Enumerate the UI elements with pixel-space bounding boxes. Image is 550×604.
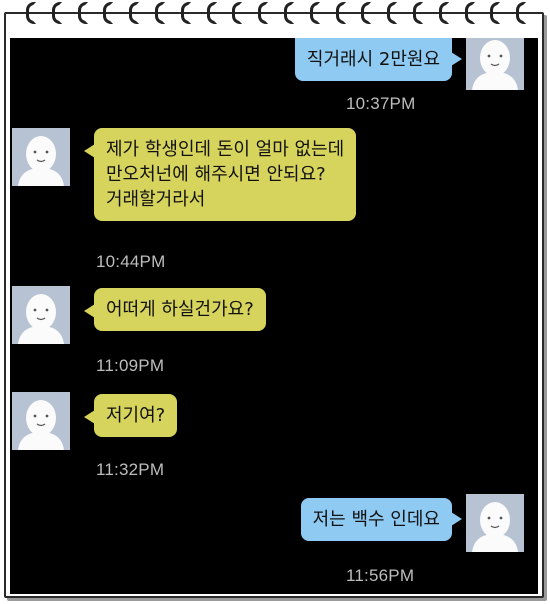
spiral-ring-icon (438, 2, 449, 24)
spiral-ring-icon (413, 2, 423, 24)
spiral-ring-icon (155, 2, 165, 24)
chat-bubble-sent: 저는 백수 인데요 (300, 498, 463, 541)
spiral-binding (0, 0, 550, 26)
spiral-ring-icon (490, 2, 501, 24)
spiral-ring-icon (103, 2, 114, 24)
default-profile-avatar-icon (466, 494, 524, 552)
spiral-ring-icon (309, 2, 320, 24)
avatar-icon[interactable] (466, 38, 524, 90)
message-timestamp: 11:09PM (96, 356, 165, 375)
spiral-ring-icon (180, 2, 191, 24)
spiral-ring-icon (464, 2, 475, 24)
default-profile-avatar-icon (12, 286, 70, 344)
avatar-icon[interactable] (12, 392, 70, 450)
message-timestamp: 11:56PM (346, 566, 415, 585)
message-timestamp: 10:37PM (346, 94, 416, 113)
notebook-frame: 직거래시 2만원요 10:37PM 제가 학생인데 돈이 얼마 없는데 만오처넌… (0, 0, 550, 604)
spiral-ring-icon (258, 2, 269, 24)
avatar-icon[interactable] (12, 128, 70, 186)
spiral-ring-icon (206, 2, 217, 24)
spiral-ring-icon (335, 2, 346, 24)
spiral-ring-icon (361, 2, 372, 24)
spiral-ring-icon (77, 2, 88, 24)
spiral-ring-icon (51, 2, 62, 24)
spiral-ring-icon (129, 2, 140, 24)
message-timestamp: 11:32PM (96, 460, 165, 479)
default-profile-avatar-icon (12, 128, 70, 186)
chat-bubble-received: 제가 학생인데 돈이 얼마 없는데 만오처넌에 해주시면 안되요? 거래할거라서 (83, 128, 357, 221)
spiral-ring-icon (387, 2, 398, 24)
spiral-ring-icon (26, 2, 36, 24)
chat-screen: 직거래시 2만원요 10:37PM 제가 학생인데 돈이 얼마 없는데 만오처넌… (10, 38, 538, 594)
avatar-icon[interactable] (12, 286, 70, 344)
spiral-ring-icon (516, 2, 527, 24)
message-timestamp: 10:44PM (96, 252, 166, 271)
avatar-icon[interactable] (466, 494, 524, 552)
default-profile-avatar-icon (466, 38, 524, 90)
spiral-ring-icon (284, 2, 294, 24)
spiral-ring-icon (232, 2, 243, 24)
chat-bubble-sent: 직거래시 2만원요 (294, 38, 463, 81)
default-profile-avatar-icon (12, 392, 70, 450)
chat-bubble-received: 어떠게 하실건가요? (84, 288, 266, 331)
chat-bubble-received: 저기여? (83, 394, 178, 437)
